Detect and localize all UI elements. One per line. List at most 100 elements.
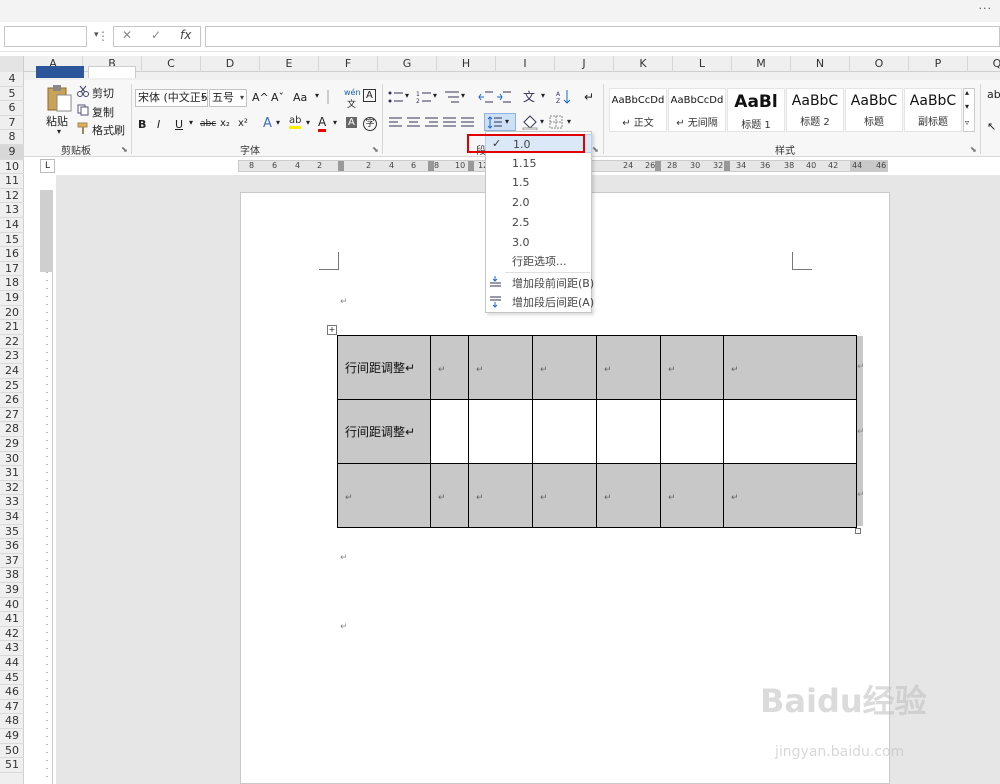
column-header[interactable]: K	[614, 56, 673, 72]
column-header[interactable]: N	[791, 56, 850, 72]
table-cell[interactable]: ↵	[532, 335, 597, 400]
ruler-marker[interactable]	[468, 161, 474, 171]
subscript-button[interactable]: x₂	[220, 118, 230, 129]
row-header[interactable]: 17	[0, 262, 24, 277]
name-box[interactable]	[4, 26, 87, 47]
tab-selector[interactable]: L	[40, 159, 55, 173]
multilevel-list-dropdown-icon[interactable]: ▾	[461, 91, 465, 100]
distribute-icon[interactable]	[461, 117, 475, 129]
row-header[interactable]: 43	[0, 641, 24, 656]
table-cell[interactable]: ↵	[430, 335, 469, 400]
style-item[interactable]: AaBbC 副标题	[904, 88, 962, 132]
row-header[interactable]: 15	[0, 233, 24, 248]
row-header[interactable]: 25	[0, 379, 24, 394]
select-icon[interactable]: ↖	[987, 120, 996, 133]
line-spacing-options-item[interactable]: 行距选项...	[485, 252, 592, 271]
asian-layout-dropdown-icon[interactable]: ▾	[541, 91, 545, 100]
asian-layout-icon[interactable]: 文	[523, 89, 538, 104]
column-header[interactable]: M	[732, 56, 791, 72]
paste-icon[interactable]	[44, 84, 74, 112]
paragraph-mark[interactable]: ↵	[340, 553, 348, 563]
table-cell[interactable]	[532, 399, 597, 464]
clear-format-icon[interactable]	[327, 90, 339, 104]
text-effects-dropdown-icon[interactable]: ▾	[276, 118, 280, 127]
shrink-font-button[interactable]: Aˇ	[271, 91, 284, 104]
style-item[interactable]: AaBbCcDd ↵ 正文	[609, 88, 667, 132]
borders-icon[interactable]	[549, 115, 563, 129]
row-header[interactable]: 7	[0, 116, 24, 131]
cancel-icon[interactable]: ✕	[122, 28, 132, 42]
enclose-char-icon[interactable]: 字	[363, 117, 377, 131]
row-header[interactable]: 41	[0, 612, 24, 627]
font-color-dropdown-icon[interactable]: ▾	[333, 118, 337, 127]
bullets-icon[interactable]	[388, 90, 404, 104]
table-cell[interactable]: ↵	[660, 463, 724, 528]
row-header[interactable]: 8	[0, 130, 24, 145]
cut-button[interactable]: 剪切	[92, 85, 114, 101]
table-cell[interactable]	[430, 399, 469, 464]
style-item[interactable]: AaBbC 标题 2	[786, 88, 844, 132]
bold-button[interactable]: B	[138, 118, 146, 131]
column-header[interactable]: Q	[968, 56, 1000, 72]
find-icon[interactable]: ab	[987, 88, 1000, 101]
highlight-icon[interactable]: ab	[289, 115, 302, 129]
column-header[interactable]: H	[437, 56, 496, 72]
row-header[interactable]: 16	[0, 247, 24, 262]
copy-button[interactable]: 复制	[92, 104, 114, 120]
column-header[interactable]: C	[142, 56, 201, 72]
row-header[interactable]: 34	[0, 510, 24, 525]
show-marks-icon[interactable]: ↵	[584, 90, 594, 104]
paragraph-mark[interactable]: ↵	[340, 622, 348, 632]
sort-icon[interactable]: AZ	[556, 89, 571, 104]
strikethrough-button[interactable]: abc	[200, 119, 216, 129]
italic-button[interactable]: I	[157, 118, 160, 131]
row-header[interactable]: 10	[0, 160, 24, 175]
column-header[interactable]: I	[496, 56, 555, 72]
table-cell[interactable]: ↵	[337, 463, 431, 528]
line-spacing-option[interactable]: 3.0	[485, 233, 592, 252]
row-header[interactable]: 21	[0, 320, 24, 335]
table-cell[interactable]: ↵	[723, 463, 857, 528]
column-header[interactable]: D	[201, 56, 260, 72]
row-header[interactable]: 38	[0, 568, 24, 583]
borders-dropdown-icon[interactable]: ▾	[567, 117, 571, 126]
justify-icon[interactable]	[443, 117, 457, 129]
enter-icon[interactable]: ✓	[151, 28, 161, 42]
line-spacing-option[interactable]: 1.15	[485, 154, 592, 173]
table-cell[interactable]: ↵	[532, 463, 597, 528]
row-header[interactable]: 20	[0, 306, 24, 321]
scroll-down-icon[interactable]: ▾	[965, 102, 969, 111]
row-header[interactable]: 28	[0, 422, 24, 437]
highlight-dropdown-icon[interactable]: ▾	[306, 118, 310, 127]
table-cell[interactable]	[468, 399, 533, 464]
more-styles-icon[interactable]: ▿	[965, 118, 969, 127]
char-border-button[interactable]: A	[363, 89, 376, 102]
styles-launcher-icon[interactable]: ⬊	[970, 145, 977, 154]
paragraph-launcher-icon[interactable]: ⬊	[592, 145, 599, 154]
align-right-icon[interactable]	[425, 117, 439, 129]
row-header[interactable]: 35	[0, 525, 24, 540]
row-header[interactable]: 46	[0, 685, 24, 700]
bullets-dropdown-icon[interactable]: ▾	[405, 91, 409, 100]
row-header[interactable]: 31	[0, 466, 24, 481]
shading-dropdown-icon[interactable]: ▾	[540, 117, 544, 126]
table-cell[interactable]	[723, 399, 857, 464]
row-header[interactable]: 37	[0, 554, 24, 569]
increase-indent-icon[interactable]	[496, 90, 511, 104]
paragraph-mark[interactable]: ↵	[340, 297, 348, 307]
paste-dropdown-icon[interactable]: ▾	[57, 127, 61, 136]
row-header[interactable]: 12	[0, 189, 24, 204]
table-cell[interactable]	[596, 399, 661, 464]
table-cell[interactable]: ↵	[596, 335, 661, 400]
align-left-icon[interactable]	[389, 117, 403, 129]
change-case-dropdown-icon[interactable]: ▾	[315, 91, 319, 100]
style-item[interactable]: AaBbC 标题	[845, 88, 903, 132]
row-header[interactable]: 30	[0, 452, 24, 467]
font-launcher-icon[interactable]: ⬊	[372, 145, 379, 154]
table-cell[interactable]	[660, 399, 724, 464]
grow-font-button[interactable]: A^	[252, 91, 269, 104]
table-resize-handle[interactable]	[855, 528, 861, 534]
line-spacing-option[interactable]: 2.5	[485, 213, 592, 232]
table-cell[interactable]: 行间距调整↵	[337, 399, 431, 464]
fx-icon[interactable]: fx	[180, 28, 191, 42]
